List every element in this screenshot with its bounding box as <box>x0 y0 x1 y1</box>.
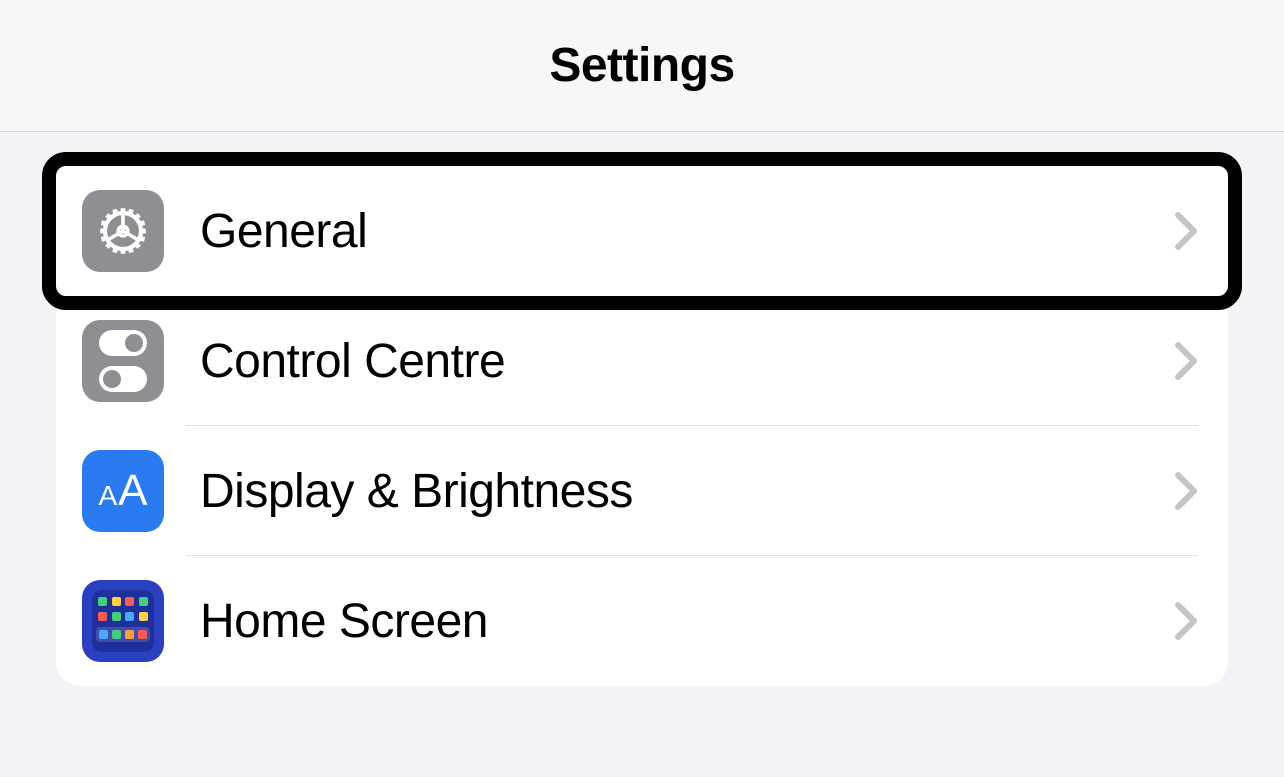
chevron-right-icon <box>1174 341 1198 381</box>
row-control-centre[interactable]: Control Centre <box>56 296 1228 426</box>
row-label: Home Screen <box>200 594 1174 649</box>
settings-list-container: General Control Centre AA <box>0 132 1284 686</box>
page-title: Settings <box>549 38 734 93</box>
gear-icon <box>82 190 164 272</box>
toggles-icon <box>82 320 164 402</box>
chevron-right-icon <box>1174 601 1198 641</box>
chevron-right-icon <box>1174 211 1198 251</box>
row-label: General <box>200 204 1174 259</box>
row-label: Control Centre <box>200 334 1174 389</box>
row-display-brightness[interactable]: AA Display & Brightness <box>56 426 1228 556</box>
home-screen-icon <box>82 580 164 662</box>
row-label: Display & Brightness <box>200 464 1174 519</box>
header: Settings <box>0 0 1284 132</box>
row-home-screen[interactable]: Home Screen <box>56 556 1228 686</box>
chevron-right-icon <box>1174 471 1198 511</box>
settings-list: General Control Centre AA <box>56 152 1228 686</box>
text-size-icon: AA <box>82 450 164 532</box>
row-general[interactable]: General <box>42 152 1242 310</box>
